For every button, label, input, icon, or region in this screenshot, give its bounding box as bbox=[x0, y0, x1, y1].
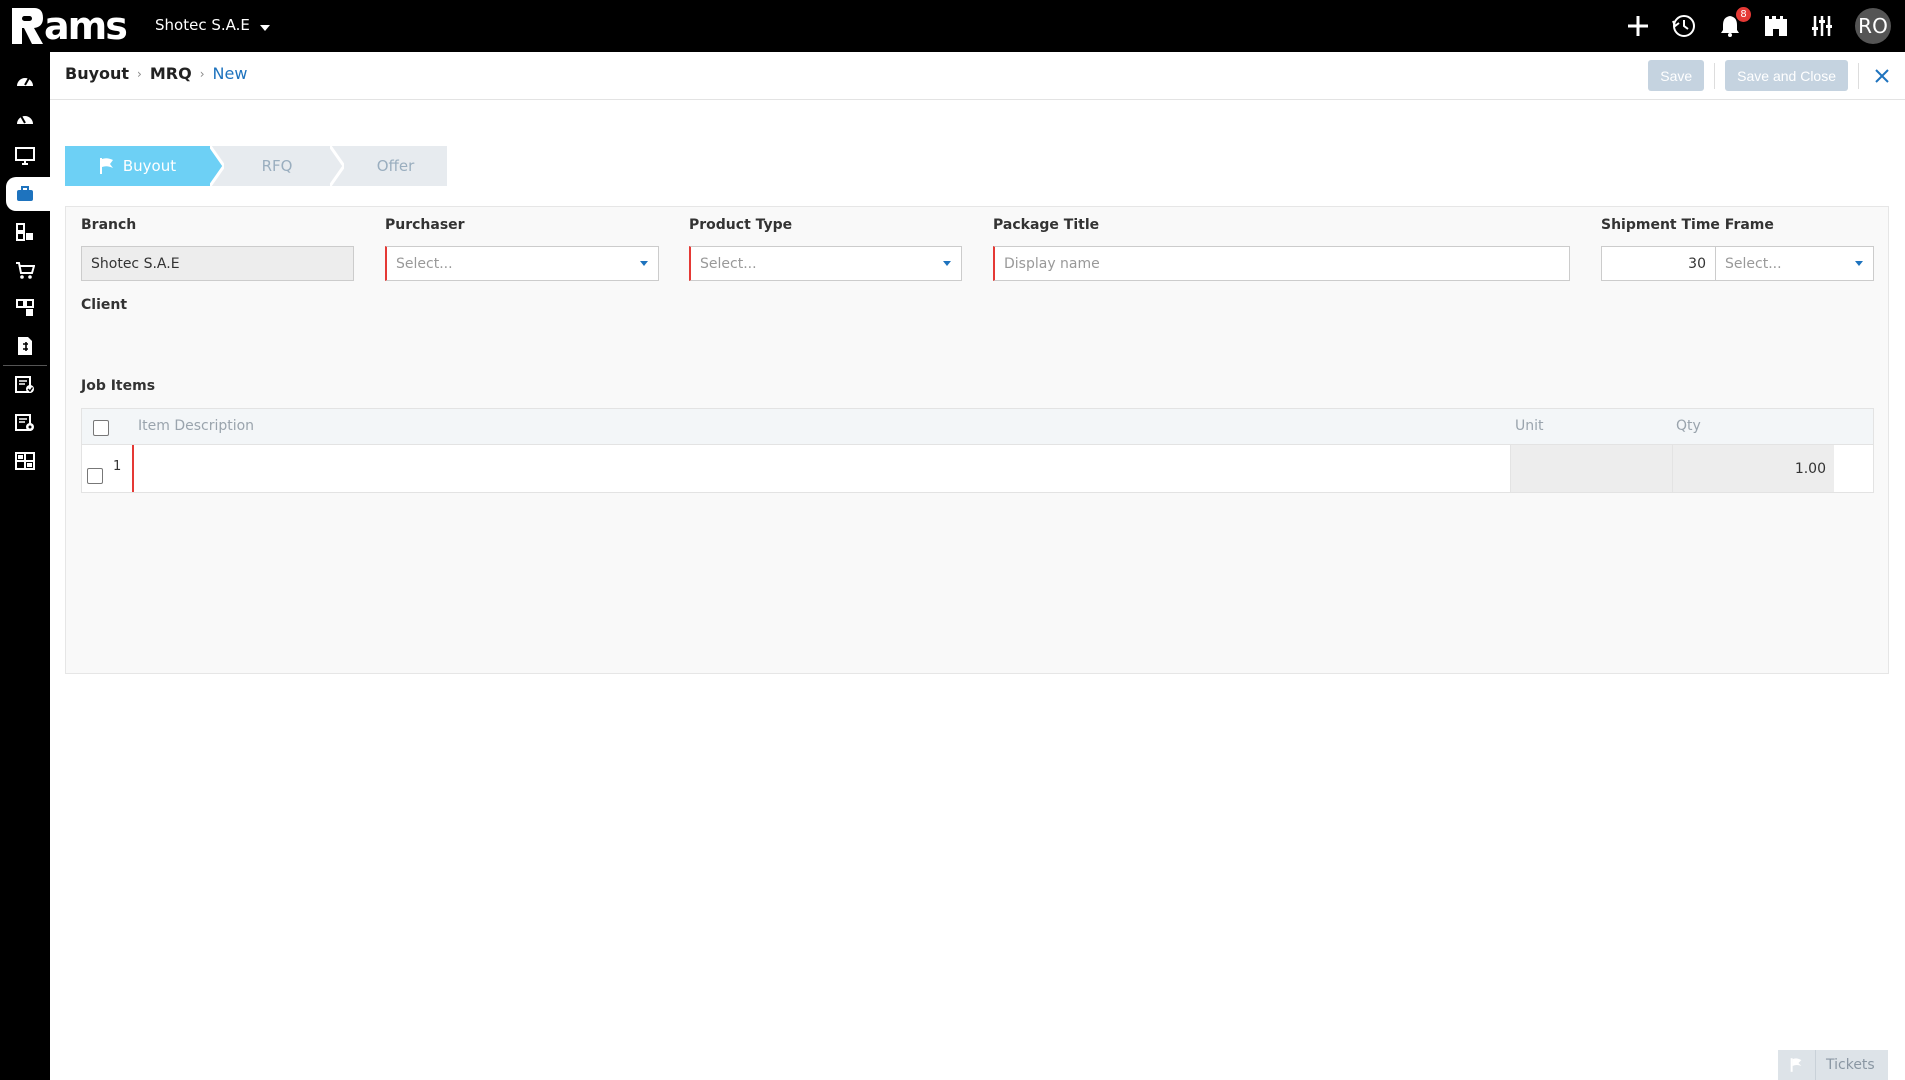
sidebar-item-invoice[interactable] bbox=[0, 327, 50, 365]
sidebar-item-dashboard-2[interactable] bbox=[0, 99, 50, 137]
step-rfq[interactable]: RFQ bbox=[210, 146, 344, 186]
package-title-input[interactable]: Display name bbox=[993, 246, 1570, 281]
save-button[interactable]: Save bbox=[1648, 60, 1705, 91]
step-buyout[interactable]: Buyout bbox=[65, 146, 224, 186]
table-row: 1 1.00 bbox=[81, 445, 1874, 493]
branch-label: Branch bbox=[81, 217, 137, 233]
wizard-steps: Buyout RFQ Offer bbox=[65, 146, 447, 186]
step-label: Buyout bbox=[122, 157, 177, 175]
sidebar-item-grid[interactable] bbox=[0, 442, 50, 480]
sidebar-item-monitor[interactable] bbox=[0, 137, 50, 175]
header-actions: Save Save and Close bbox=[1648, 60, 1895, 91]
package-title-placeholder: Display name bbox=[1004, 255, 1100, 272]
chevron-down-icon bbox=[1855, 261, 1863, 266]
sidebar-item-buyout[interactable] bbox=[0, 175, 50, 213]
shipment-duration-input[interactable]: 30 bbox=[1601, 246, 1716, 281]
column-unit: Unit bbox=[1515, 418, 1544, 434]
sidebar-item-doc-settings[interactable] bbox=[0, 404, 50, 442]
sidebar-item-modules-2[interactable] bbox=[0, 289, 50, 327]
document-settings-icon bbox=[15, 414, 34, 431]
branch-field: Shotec S.A.E bbox=[81, 246, 354, 281]
step-arrow bbox=[330, 146, 344, 186]
shipment-unit-placeholder: Select... bbox=[1725, 255, 1782, 272]
chevron-right-icon: › bbox=[137, 66, 142, 81]
divider bbox=[1858, 62, 1859, 89]
monitor-icon bbox=[15, 147, 35, 165]
breadcrumb-buyout[interactable]: Buyout bbox=[65, 64, 129, 83]
product-type-select[interactable]: Select... bbox=[689, 246, 962, 281]
divider bbox=[1714, 62, 1716, 89]
company-name: Shotec S.A.E bbox=[155, 16, 250, 34]
select-all-checkbox[interactable] bbox=[93, 420, 109, 436]
product-type-label: Product Type bbox=[689, 217, 793, 233]
breadcrumb-mrq[interactable]: MRQ bbox=[150, 64, 192, 83]
product-type-placeholder: Select... bbox=[700, 255, 757, 272]
sidebar-item-modules[interactable] bbox=[0, 213, 50, 251]
chevron-right-icon: › bbox=[199, 66, 205, 81]
logo-text: ams bbox=[44, 4, 128, 48]
step-arrow bbox=[210, 146, 224, 186]
table-header: Item Description Unit Qty bbox=[81, 408, 1874, 445]
sidebar-item-cart[interactable] bbox=[0, 251, 50, 289]
step-label: RFQ bbox=[261, 157, 293, 175]
branch-value: Shotec S.A.E bbox=[91, 255, 180, 272]
invoice-icon bbox=[18, 337, 32, 355]
purchaser-placeholder: Select... bbox=[396, 255, 453, 272]
dashboard-icon bbox=[17, 115, 33, 124]
flag-icon bbox=[1790, 1050, 1816, 1080]
breadcrumb: Buyout › MRQ › New bbox=[65, 64, 247, 83]
column-item-description: Item Description bbox=[138, 418, 255, 434]
chevron-down-icon bbox=[943, 261, 951, 266]
castle-icon[interactable] bbox=[1763, 13, 1789, 39]
modules-icon bbox=[16, 299, 34, 316]
row-number: 1 bbox=[113, 459, 122, 474]
tickets-button[interactable]: Tickets bbox=[1778, 1050, 1888, 1080]
shipment-time-frame-label: Shipment Time Frame bbox=[1601, 217, 1774, 233]
dashboard-icon bbox=[17, 77, 33, 86]
step-label: Offer bbox=[376, 157, 415, 175]
user-avatar[interactable]: RO bbox=[1855, 8, 1891, 44]
sidebar-item-dashboard[interactable] bbox=[0, 61, 50, 99]
logo-mark-icon bbox=[12, 8, 43, 44]
row-checkbox[interactable] bbox=[87, 468, 103, 484]
sliders-icon[interactable] bbox=[1809, 13, 1835, 39]
qty-value: 1.00 bbox=[1794, 460, 1826, 477]
top-bar: ams Shotec S.A.E 8 RO bbox=[0, 0, 1905, 52]
step-offer[interactable]: Offer bbox=[330, 146, 447, 186]
package-title-label: Package Title bbox=[993, 217, 1100, 233]
purchaser-label: Purchaser bbox=[385, 217, 465, 233]
chevron-down-icon bbox=[259, 25, 270, 31]
add-icon[interactable] bbox=[1625, 13, 1651, 39]
sidebar-item-approvals[interactable] bbox=[0, 366, 50, 404]
sidebar bbox=[0, 52, 50, 1080]
top-actions: 8 RO bbox=[1625, 0, 1891, 52]
tickets-label: Tickets bbox=[1826, 1057, 1875, 1073]
bell-icon[interactable]: 8 bbox=[1717, 7, 1751, 39]
item-description-cell[interactable] bbox=[132, 445, 1510, 492]
shipment-duration-value: 30 bbox=[1688, 255, 1706, 272]
app-logo[interactable]: ams bbox=[10, 4, 128, 48]
cart-icon bbox=[16, 262, 35, 279]
grid-icon bbox=[15, 452, 35, 470]
document-check-icon bbox=[15, 376, 34, 393]
chevron-down-icon bbox=[640, 261, 648, 266]
flag-icon bbox=[99, 158, 113, 174]
notification-badge: 8 bbox=[1736, 7, 1751, 22]
client-label: Client bbox=[81, 297, 128, 313]
save-and-close-button[interactable]: Save and Close bbox=[1725, 60, 1848, 91]
purchaser-select[interactable]: Select... bbox=[385, 246, 659, 281]
job-items-label: Job Items bbox=[81, 378, 156, 394]
close-icon[interactable] bbox=[1869, 63, 1895, 89]
page-header: Buyout › MRQ › New Save Save and Close bbox=[50, 52, 1905, 100]
modules-icon bbox=[16, 223, 33, 241]
job-items-table: Item Description Unit Qty 1 1.00 bbox=[81, 408, 1874, 493]
qty-cell[interactable]: 1.00 bbox=[1672, 445, 1834, 492]
breadcrumb-current: New bbox=[212, 64, 248, 83]
briefcase-icon bbox=[17, 186, 33, 201]
company-selector[interactable]: Shotec S.A.E bbox=[155, 16, 270, 34]
shipment-unit-select[interactable]: Select... bbox=[1715, 246, 1874, 281]
unit-cell[interactable] bbox=[1510, 445, 1672, 492]
history-icon[interactable] bbox=[1671, 13, 1697, 39]
column-qty: Qty bbox=[1676, 418, 1701, 434]
